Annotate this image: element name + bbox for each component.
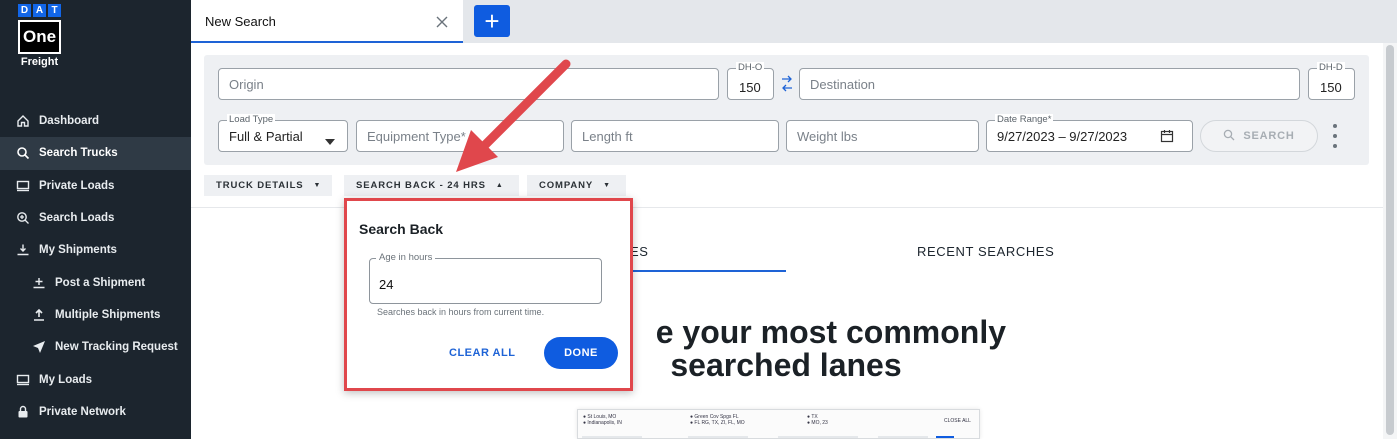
caret-up-icon: ▲ [495, 182, 504, 189]
sidebar: D A T One Freight Dashboard Search Truck… [0, 0, 191, 439]
plus-tray-icon [32, 276, 46, 290]
page-scrollbar[interactable] [1383, 43, 1397, 439]
sidebar-item-label: Private Network [39, 405, 126, 418]
truck-icon [16, 179, 30, 193]
preview-lane-2: ● Green Cov Spgs FL ● FL RG, TX, ZI, FL, … [690, 414, 745, 426]
add-tab-button[interactable]: + [474, 5, 510, 37]
sidebar-item-label: Search Loads [39, 212, 115, 225]
search-back-chip[interactable]: SEARCH BACK - 24 HRS ▲ [344, 175, 519, 196]
navigation-arrow-icon [32, 340, 46, 354]
age-helper-text: Searches back in hours from current time… [377, 307, 545, 317]
date-range-input[interactable]: Date Range* 9/27/2023 – 9/27/2023 [986, 114, 1193, 152]
sidebar-item-my-loads[interactable]: My Loads [0, 363, 191, 395]
age-in-hours-value: 24 [379, 277, 394, 292]
age-in-hours-label: Age in hours [376, 252, 436, 263]
sidebar-item-label: My Shipments [39, 244, 117, 257]
weight-placeholder: Weight lbs [797, 128, 858, 144]
calendar-icon[interactable] [1160, 129, 1174, 146]
destination-input[interactable]: Destination [799, 68, 1300, 100]
search-icon [16, 146, 30, 160]
dat-one-freight-logo[interactable]: D A T One Freight [18, 4, 62, 68]
search-icon [1223, 129, 1235, 144]
logo-dat: D A T [18, 4, 62, 17]
dh-o-value: 150 [739, 79, 761, 95]
popup-title: Search Back [359, 221, 444, 237]
dh-o-input[interactable]: DH-O 150 [727, 62, 774, 100]
chip-label: SEARCH BACK - 24 HRS [356, 180, 486, 191]
sidebar-item-label: Dashboard [39, 115, 100, 128]
truck-details-chip[interactable]: TRUCK DETAILS ▼ [204, 175, 332, 196]
sidebar-item-search-loads[interactable]: Search Loads [0, 202, 191, 234]
tab-label: New Search [205, 14, 276, 29]
done-button[interactable]: DONE [544, 337, 618, 369]
sidebar-item-label: Private Loads [39, 179, 115, 192]
tab-new-search[interactable]: New Search [191, 0, 463, 43]
sidebar-item-private-loads[interactable]: Private Loads [0, 170, 191, 202]
logo-letter-t: T [48, 4, 61, 17]
sidebar-item-label: Multiple Shipments [55, 308, 161, 321]
sidebar-item-private-network[interactable]: Private Network [0, 396, 191, 428]
preview-lane-1: ● St Louis, MO ● Indianapolis, IN [583, 414, 622, 426]
clear-all-button[interactable]: CLEAR ALL [449, 347, 515, 359]
destination-placeholder: Destination [810, 76, 876, 92]
search-button[interactable]: SEARCH [1200, 120, 1318, 152]
sidebar-item-label: Post a Shipment [55, 276, 146, 289]
sidebar-item-search-trucks[interactable]: Search Trucks [0, 137, 191, 170]
length-input[interactable]: Length ft [571, 120, 779, 152]
origin-placeholder: Origin [229, 76, 264, 92]
close-icon[interactable] [435, 15, 449, 29]
sidebar-nav: Dashboard Search Trucks Private Loads Se… [0, 105, 191, 428]
saved-lanes-preview-image: ● St Louis, MO ● Indianapolis, IN ● Green… [577, 409, 980, 439]
upload-icon [32, 308, 46, 322]
dh-d-input[interactable]: DH-D 150 [1308, 62, 1355, 100]
length-placeholder: Length ft [582, 128, 633, 144]
load-type-select[interactable]: Load Type Full & Partial [218, 114, 348, 152]
sidebar-item-dashboard[interactable]: Dashboard [0, 105, 191, 137]
tab-bar: New Search + [191, 0, 1397, 43]
logo-one: One [18, 20, 61, 54]
age-in-hours-input[interactable]: Age in hours 24 [369, 252, 602, 304]
sidebar-item-label: My Loads [39, 373, 93, 386]
download-tray-icon [16, 243, 30, 257]
origin-input[interactable]: Origin [218, 68, 719, 100]
home-icon [16, 114, 30, 128]
date-range-label: Date Range* [995, 114, 1054, 125]
search-back-popup: Search Back Age in hours 24 Searches bac… [344, 198, 633, 391]
sidebar-item-post-a-shipment[interactable]: Post a Shipment [0, 266, 191, 298]
dh-o-label: DH-O [736, 62, 765, 73]
preview-close-all: CLOSE ALL [944, 418, 971, 424]
sidebar-item-label: Search Trucks [39, 147, 118, 160]
caret-down-icon [325, 133, 335, 148]
lock-icon [16, 405, 30, 419]
preview-lane-3: ● TX ● MO, 23 [807, 414, 828, 426]
chip-label: COMPANY [539, 180, 594, 191]
more-options-icon[interactable] [1329, 124, 1341, 148]
load-type-value: Full & Partial [229, 128, 303, 144]
load-type-label: Load Type [227, 114, 276, 125]
caret-down-icon: ▼ [313, 182, 322, 189]
logo-letter-a: A [33, 4, 46, 17]
search-plus-icon [16, 211, 30, 225]
plus-icon: + [484, 6, 500, 36]
sidebar-item-my-shipments[interactable]: My Shipments [0, 234, 191, 266]
date-range-value: 9/27/2023 – 9/27/2023 [997, 128, 1128, 144]
swap-origin-destination-icon[interactable] [780, 72, 794, 96]
weight-input[interactable]: Weight lbs [786, 120, 979, 152]
equipment-type-input[interactable]: Equipment Type* [356, 120, 564, 152]
sidebar-item-label: New Tracking Request [55, 341, 178, 354]
truck-icon [16, 373, 30, 387]
search-button-label: SEARCH [1243, 130, 1295, 142]
tab-recent-searches[interactable]: RECENT SEARCHES [917, 244, 1054, 259]
scrollbar-thumb[interactable] [1386, 45, 1394, 435]
sidebar-item-multiple-shipments[interactable]: Multiple Shipments [0, 299, 191, 331]
equipment-type-placeholder: Equipment Type* [367, 128, 466, 144]
logo-freight: Freight [20, 56, 59, 68]
company-chip[interactable]: COMPANY ▼ [527, 175, 626, 196]
chip-label: TRUCK DETAILS [216, 180, 304, 191]
sidebar-item-new-tracking-request[interactable]: New Tracking Request [0, 331, 191, 363]
dh-d-value: 150 [1320, 79, 1342, 95]
caret-down-icon: ▼ [603, 182, 611, 189]
dh-d-label: DH-D [1317, 62, 1345, 73]
logo-letter-d: D [18, 4, 31, 17]
